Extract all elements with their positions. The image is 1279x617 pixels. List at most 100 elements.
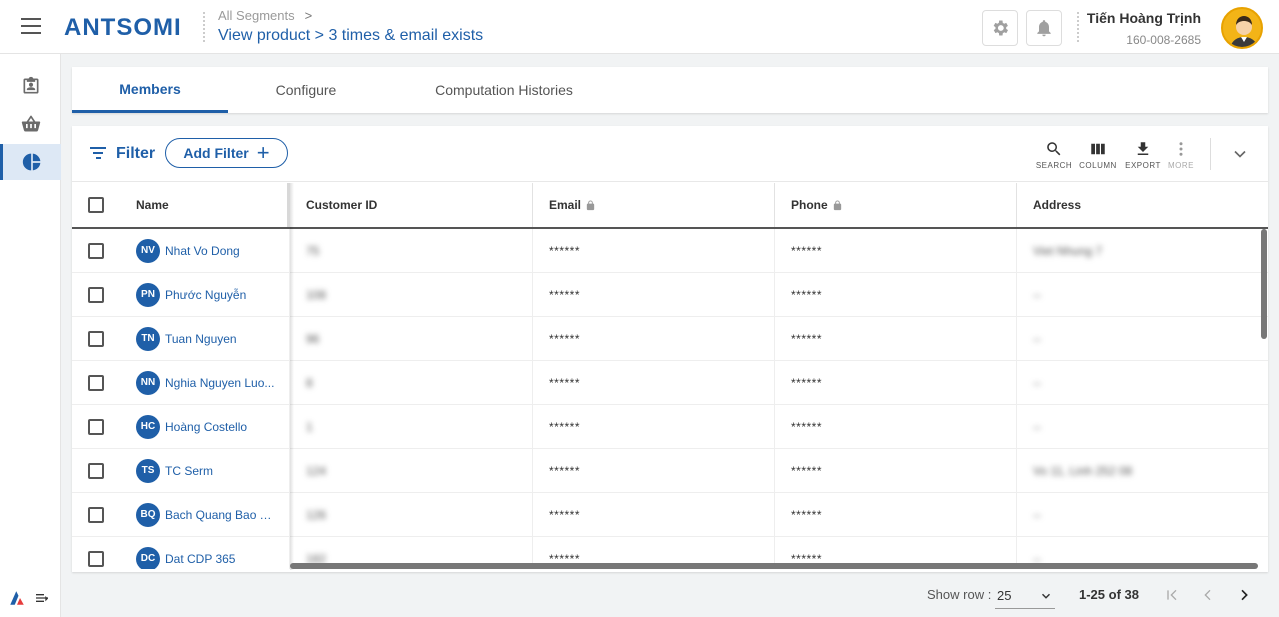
row-checkbox[interactable] [88,286,104,303]
table-header: Name Customer ID Email Phone Address [72,183,1268,229]
customer-id-cell: 124 [290,449,533,492]
user-phone: 160-008-2685 [1126,33,1201,47]
customer-id-value: 75 [306,243,320,258]
antsomi-mark-icon[interactable] [8,589,26,607]
sidebar-item-products[interactable] [0,106,61,142]
tab-members[interactable]: Members [72,67,228,113]
phone-value: ****** [791,507,823,522]
customer-id-value: 108 [306,287,327,302]
chevron-left-icon [1204,589,1211,601]
rows-per-page-select[interactable]: 25 [995,583,1055,609]
breadcrumb[interactable]: All Segments > [218,8,312,23]
customer-name-link[interactable]: TC Serm [165,464,213,478]
column-header-label: Email [549,198,582,212]
column-header-name[interactable]: Name [120,183,290,227]
add-filter-button[interactable]: Add Filter + [165,138,288,168]
row-checkbox[interactable] [88,330,104,347]
customer-name-link[interactable]: Bach Quang Bao T... [165,508,275,522]
row-checkbox[interactable] [88,462,104,479]
address-cell: -- [1017,273,1268,316]
phone-value: ****** [791,287,823,302]
row-checkbox[interactable] [88,374,104,391]
address-value: -- [1033,287,1041,302]
name-cell: HC Hoàng Costello [120,405,290,448]
email-value: ****** [549,287,581,302]
column-header-email[interactable]: Email [533,183,775,227]
table-body: NV Nhat Vo Dong 75 ****** ****** Viet Nhung 7… [72,229,1268,569]
avatar-initials: TS [136,458,160,483]
phone-value: ****** [791,331,823,346]
row-select-cell [72,273,120,316]
bell-icon [1037,20,1051,37]
chevron-down-icon[interactable] [1230,144,1250,164]
table-row[interactable]: TN Tuan Nguyen 96 ****** ****** -- [72,317,1268,361]
table-row[interactable]: HC Hoàng Costello 1 ****** ****** -- [72,405,1268,449]
customer-name-link[interactable]: Nghia Nguyen Luo... [165,376,274,390]
customer-name-link[interactable]: Phước Nguyễn [165,288,246,302]
settings-button[interactable] [982,10,1018,46]
lock-icon [833,199,841,210]
customer-name-link[interactable]: Dat CDP 365 [165,552,235,566]
previous-page-button[interactable] [1196,583,1220,607]
name-cell: NN Nghia Nguyen Luo... [120,361,290,404]
user-avatar-icon [1230,16,1258,47]
vertical-scrollbar[interactable] [1261,229,1267,339]
customer-id-value: 8 [306,375,313,390]
column-header-phone[interactable]: Phone [775,183,1017,227]
table-row[interactable]: NN Nghia Nguyen Luo... 8 ****** ****** -- [72,361,1268,405]
columns-icon [1091,143,1105,155]
search-button[interactable]: SEARCH [1032,140,1076,170]
rows-per-page-value: 25 [997,588,1012,603]
table-row[interactable]: NV Nhat Vo Dong 75 ****** ****** Viet Nhung 7 [72,229,1268,273]
frozen-column-shadow [290,183,294,570]
avatar[interactable] [1221,7,1263,49]
email-value: ****** [549,243,581,258]
column-header-address[interactable]: Address [1017,183,1268,227]
table-row[interactable]: BQ Bach Quang Bao T... 126 ****** ****** -- [72,493,1268,537]
email-cell: ****** [533,229,775,272]
phone-value: ****** [791,463,823,478]
breadcrumb-all-segments[interactable]: All Segments [218,8,295,23]
tab-computation-histories[interactable]: Computation Histories [414,67,594,113]
table-row[interactable]: TS TC Serm 124 ****** ****** Vo 11, Linh 252 … [72,449,1268,493]
notifications-button[interactable] [1026,10,1062,46]
row-checkbox[interactable] [88,506,104,523]
sidebar-item-profiles[interactable] [0,68,61,104]
page-range: 1-25 of 38 [1079,587,1139,602]
menu-icon[interactable] [21,18,41,34]
row-checkbox[interactable] [88,550,104,567]
address-value: -- [1033,331,1041,346]
address-value: -- [1033,375,1041,390]
name-cell: TS TC Serm [120,449,290,492]
table-row[interactable]: PN Phước Nguyễn 108 ****** ****** -- [72,273,1268,317]
pie-chart-icon [22,153,41,171]
search-icon [1047,142,1061,156]
horizontal-scrollbar[interactable] [290,563,1258,569]
filter-icon[interactable] [90,147,106,159]
next-page-button[interactable] [1232,583,1256,607]
avatar-initials: DC [136,546,160,569]
column-header-customer-id[interactable]: Customer ID [290,183,533,227]
customer-name-link[interactable]: Tuan Nguyen [165,332,237,346]
address-cell: Viet Nhung 7 [1017,229,1268,272]
sidebar-item-segments[interactable] [0,144,61,180]
row-select-cell [72,361,120,404]
tab-configure[interactable]: Configure [228,67,384,113]
email-value: ****** [549,331,581,346]
column-button[interactable]: COLUMN [1076,140,1120,170]
name-cell: BQ Bach Quang Bao T... [120,493,290,536]
customer-id-cell: 75 [290,229,533,272]
phone-cell: ****** [775,449,1017,492]
more-button[interactable]: MORE [1159,140,1203,170]
row-checkbox[interactable] [88,242,104,259]
row-checkbox[interactable] [88,418,104,435]
antsomi-logo[interactable]: ANTSOMI [64,14,182,42]
customer-name-link[interactable]: Hoàng Costello [165,420,247,434]
add-filter-label: Add Filter [183,145,249,161]
filter-label[interactable]: Filter [116,145,155,163]
expand-menu-icon[interactable] [34,590,50,606]
row-select-cell [72,317,120,360]
first-page-button[interactable] [1160,583,1184,607]
customer-name-link[interactable]: Nhat Vo Dong [165,244,240,258]
select-all-checkbox[interactable] [88,197,104,213]
